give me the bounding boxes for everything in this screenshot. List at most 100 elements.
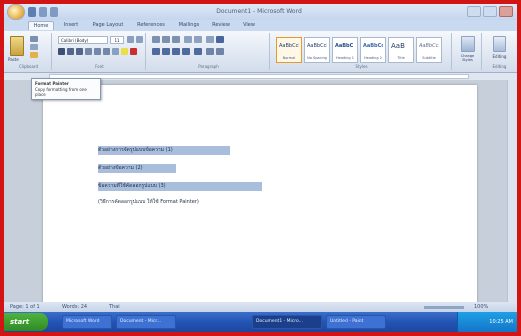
system-tray: 10:25 AM [457, 312, 517, 332]
office-button[interactable] [8, 5, 24, 19]
editing-label[interactable]: Editing [485, 54, 514, 59]
start-button[interactable]: start [4, 313, 48, 331]
zoom-slider[interactable] [424, 306, 464, 309]
increase-indent-icon[interactable] [194, 36, 202, 43]
tab-page-layout[interactable]: Page Layout [88, 21, 128, 30]
style-name: Heading 2 [364, 56, 382, 60]
highlight-color-icon[interactable] [121, 48, 128, 55]
taskbar-item[interactable]: Untitled - Paint [326, 315, 386, 329]
shading-icon[interactable] [206, 48, 214, 55]
window-title: Document1 - Microsoft Word [216, 8, 302, 15]
align-left-icon[interactable] [152, 48, 160, 55]
numbering-icon[interactable] [162, 36, 170, 43]
paste-icon[interactable] [10, 36, 24, 56]
style-name: No Spacing [307, 56, 327, 60]
line-spacing-icon[interactable] [194, 48, 202, 55]
ribbon: Paste Clipboard Calibri (Body) 11 Font P… [4, 31, 517, 73]
save-icon[interactable] [28, 7, 36, 17]
screenshot-frame: Document1 - Microsoft Word Home Insert P… [0, 0, 521, 336]
close-button[interactable] [499, 6, 513, 17]
tab-review[interactable]: Review [208, 21, 234, 30]
editing-group-label: Editing [492, 64, 507, 69]
style-subtitle[interactable]: AaBbCc. Subtitle [416, 37, 442, 63]
align-center-icon[interactable] [162, 48, 170, 55]
document-line[interactable]: ตัวอย่างการจัดรูปแบบข้อความ (1) [98, 146, 230, 155]
taskbar-item-active[interactable]: Document1 - Micro... [252, 315, 322, 329]
clipboard-group: Paste Clipboard [6, 33, 52, 70]
tooltip-description: Copy formatting from one place [35, 87, 87, 97]
redo-icon[interactable] [50, 7, 58, 17]
style-name: Subtitle [422, 56, 436, 60]
change-styles-label[interactable]: Change Styles [455, 54, 480, 62]
paragraph-group-label: Paragraph [198, 64, 219, 69]
style-preview: AaBbCc [363, 43, 383, 49]
borders-icon[interactable] [216, 48, 224, 55]
style-name: Heading 1 [336, 56, 354, 60]
tab-home[interactable]: Home [28, 21, 54, 30]
shrink-font-icon[interactable] [136, 36, 143, 43]
show-hide-icon[interactable] [216, 36, 224, 43]
tooltip-title: Format Painter [35, 81, 69, 86]
vertical-scrollbar[interactable] [507, 80, 517, 302]
multilevel-list-icon[interactable] [172, 36, 180, 43]
subscript-icon[interactable] [94, 48, 101, 55]
undo-icon[interactable] [39, 7, 47, 17]
strikethrough-icon[interactable] [85, 48, 92, 55]
tab-mailings[interactable]: Mailings [174, 21, 204, 30]
style-heading-1[interactable]: AaBbC Heading 1 [332, 37, 358, 63]
document-line[interactable]: (วิธีการคัดลอกรูปแบบ ให้ใช้ Format Paint… [98, 198, 318, 207]
maximize-button[interactable] [483, 6, 497, 17]
justify-icon[interactable] [182, 48, 190, 55]
find-icon[interactable] [493, 36, 506, 52]
document-line[interactable]: ข้อความที่ใช้คัดลอกรูปแบบ (3) [98, 182, 262, 191]
document-area: ตัวอย่างการจัดรูปแบบข้อความ (1) ตัวอย่าง… [4, 80, 517, 315]
style-preview: AaBbCc. [419, 43, 439, 49]
style-heading-2[interactable]: AaBbCc Heading 2 [360, 37, 386, 63]
style-preview: AaB [391, 43, 405, 49]
format-painter-icon[interactable] [30, 52, 38, 58]
title-bar: Document1 - Microsoft Word [4, 4, 517, 20]
style-preview: AaBbCcDc [307, 43, 327, 49]
taskbar-item[interactable]: Document - Micr... [116, 315, 176, 329]
ribbon-tabs: Home Insert Page Layout References Maili… [4, 20, 517, 31]
style-name: Title [397, 56, 405, 60]
font-size-select[interactable]: 11 [110, 36, 124, 44]
tab-insert[interactable]: Insert [58, 21, 84, 30]
style-title[interactable]: AaB Title [388, 37, 414, 63]
zoom-level[interactable]: 100% [474, 302, 488, 312]
taskbar-item[interactable]: Microsoft Word [62, 315, 112, 329]
cut-icon[interactable] [30, 36, 38, 42]
superscript-icon[interactable] [103, 48, 110, 55]
minimize-button[interactable] [467, 6, 481, 17]
font-name-select[interactable]: Calibri (Body) [58, 36, 108, 44]
copy-icon[interactable] [30, 44, 38, 50]
align-right-icon[interactable] [172, 48, 180, 55]
paragraph-group: Paragraph [148, 33, 270, 70]
change-case-icon[interactable] [112, 48, 119, 55]
style-normal[interactable]: AaBbCcDc Normal [276, 37, 302, 63]
change-styles-icon[interactable] [461, 36, 475, 52]
underline-icon[interactable] [76, 48, 83, 55]
bold-icon[interactable] [58, 48, 65, 55]
bullets-icon[interactable] [152, 36, 160, 43]
style-preview: AaBbC [335, 43, 354, 49]
language-indicator[interactable]: Thai [109, 302, 120, 312]
page-count[interactable]: Page: 1 of 1 [10, 302, 40, 312]
sort-icon[interactable] [206, 36, 214, 43]
decrease-indent-icon[interactable] [184, 36, 192, 43]
tooltip: Format Painter Copy formatting from one … [31, 78, 101, 100]
tab-references[interactable]: References [132, 21, 170, 30]
horizontal-ruler[interactable] [49, 74, 469, 79]
clock[interactable]: 10:25 AM [489, 319, 513, 325]
word-count[interactable]: Words: 24 [62, 302, 87, 312]
styles-group-label: Styles [355, 64, 368, 69]
grow-font-icon[interactable] [127, 36, 134, 43]
document-line[interactable]: ตัวอย่างข้อความ (2) [98, 164, 176, 173]
font-color-icon[interactable] [130, 48, 137, 55]
italic-icon[interactable] [67, 48, 74, 55]
document-page[interactable]: ตัวอย่างการจัดรูปแบบข้อความ (1) ตัวอย่าง… [43, 85, 477, 315]
tab-view[interactable]: View [238, 21, 260, 30]
style-no-spacing[interactable]: AaBbCcDc No Spacing [304, 37, 330, 63]
change-styles-group: Change Styles [454, 33, 482, 70]
taskbar: start Microsoft Word Document - Micr... … [4, 312, 517, 332]
